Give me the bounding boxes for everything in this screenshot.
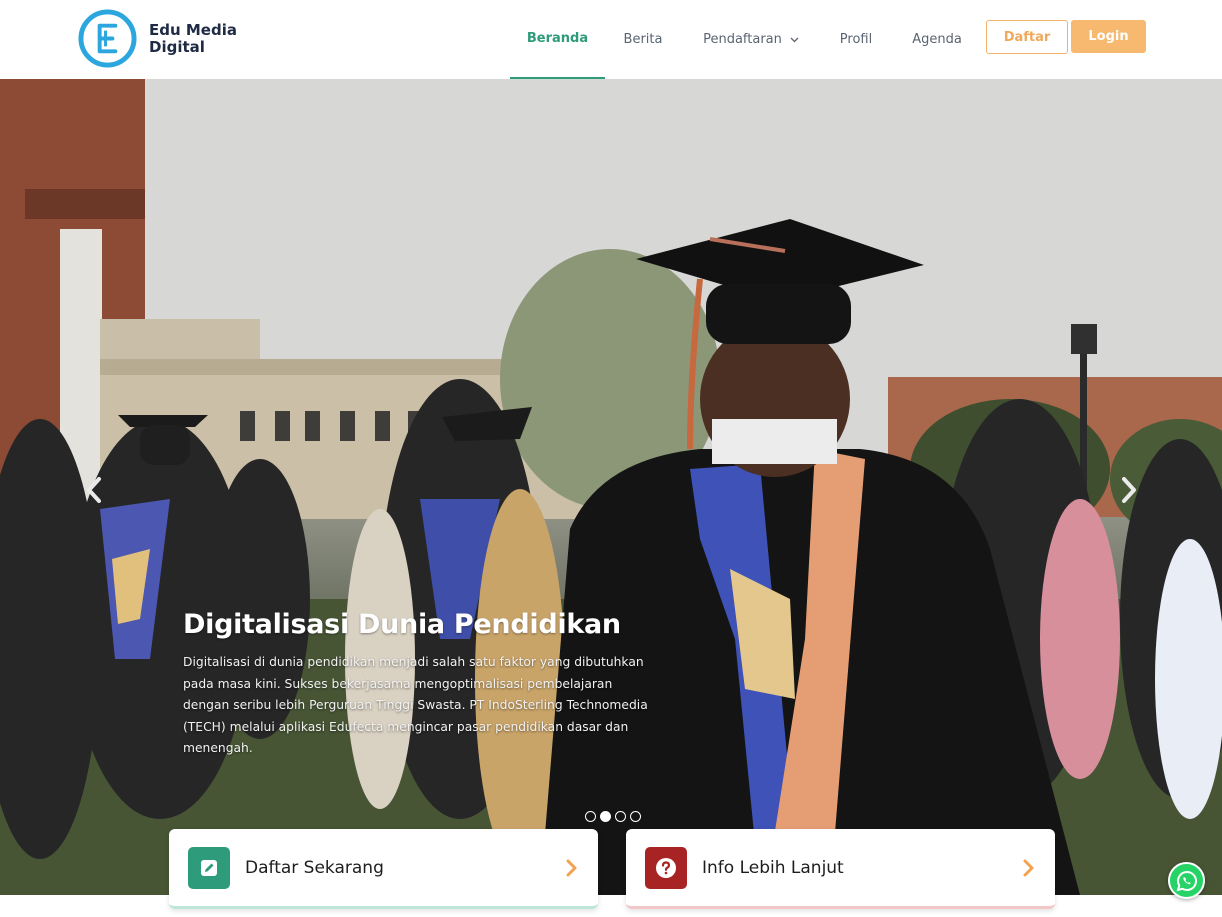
nav-profil-label: Profil [839,32,873,47]
info-lebih-lanjut-label: Info Lebih Lanjut [702,857,844,878]
whatsapp-button[interactable] [1168,862,1205,899]
carousel-prev-button[interactable] [82,475,106,505]
edu-media-logo [78,9,137,68]
carousel-indicator-4[interactable] [630,811,641,822]
question-icon [645,846,687,889]
nav-pendaftaran[interactable]: Pendaftaran [692,0,810,79]
nav-beranda[interactable]: Beranda [510,0,605,79]
brand-name-line1: Edu Media [149,20,237,39]
nav-agenda[interactable]: Agenda [902,0,972,79]
login-button[interactable]: Login [1071,20,1146,53]
hero-caption: Digitalisasi Dunia Pendidikan Digitalisa… [183,609,653,760]
carousel-indicator-3[interactable] [615,811,626,822]
nav-pendaftaran-label: Pendaftaran [703,32,782,47]
brand-name-line2: Digital [149,37,205,56]
hero-carousel: Digitalisasi Dunia Pendidikan Digitalisa… [0,79,1222,895]
navbar: Edu Media Digital Beranda Berita Pendaft… [0,0,1222,79]
nav-agenda-label: Agenda [912,32,962,47]
hero-description: Digitalisasi di dunia pendidikan menjadi… [183,655,648,755]
nav-profil[interactable]: Profil [830,0,882,79]
chevron-left-icon [87,477,101,503]
edit-icon [188,846,230,889]
daftar-button[interactable]: Daftar [986,20,1068,54]
nav-berita-label: Berita [623,32,663,47]
carousel-next-button[interactable] [1117,475,1141,505]
whatsapp-icon [1176,870,1197,891]
hero-background-image [0,79,1222,895]
daftar-sekarang-card[interactable]: Daftar Sekarang [169,829,598,909]
info-lebih-lanjut-card[interactable]: Info Lebih Lanjut [626,829,1055,909]
chevron-down-icon [790,37,799,42]
hero-title: Digitalisasi Dunia Pendidikan [183,609,621,640]
nav-beranda-label: Beranda [526,31,589,46]
carousel-indicators [585,811,641,822]
chevron-right-icon [1122,477,1136,503]
carousel-indicator-1[interactable] [585,811,596,822]
carousel-indicator-2[interactable] [600,811,611,822]
nav-berita[interactable]: Berita [615,0,671,79]
brand-name: Edu Media Digital [149,20,249,56]
daftar-sekarang-label: Daftar Sekarang [245,857,384,878]
chevron-right-icon [1023,859,1034,876]
brand-link[interactable]: Edu Media Digital [78,9,249,68]
chevron-right-icon [566,859,577,876]
